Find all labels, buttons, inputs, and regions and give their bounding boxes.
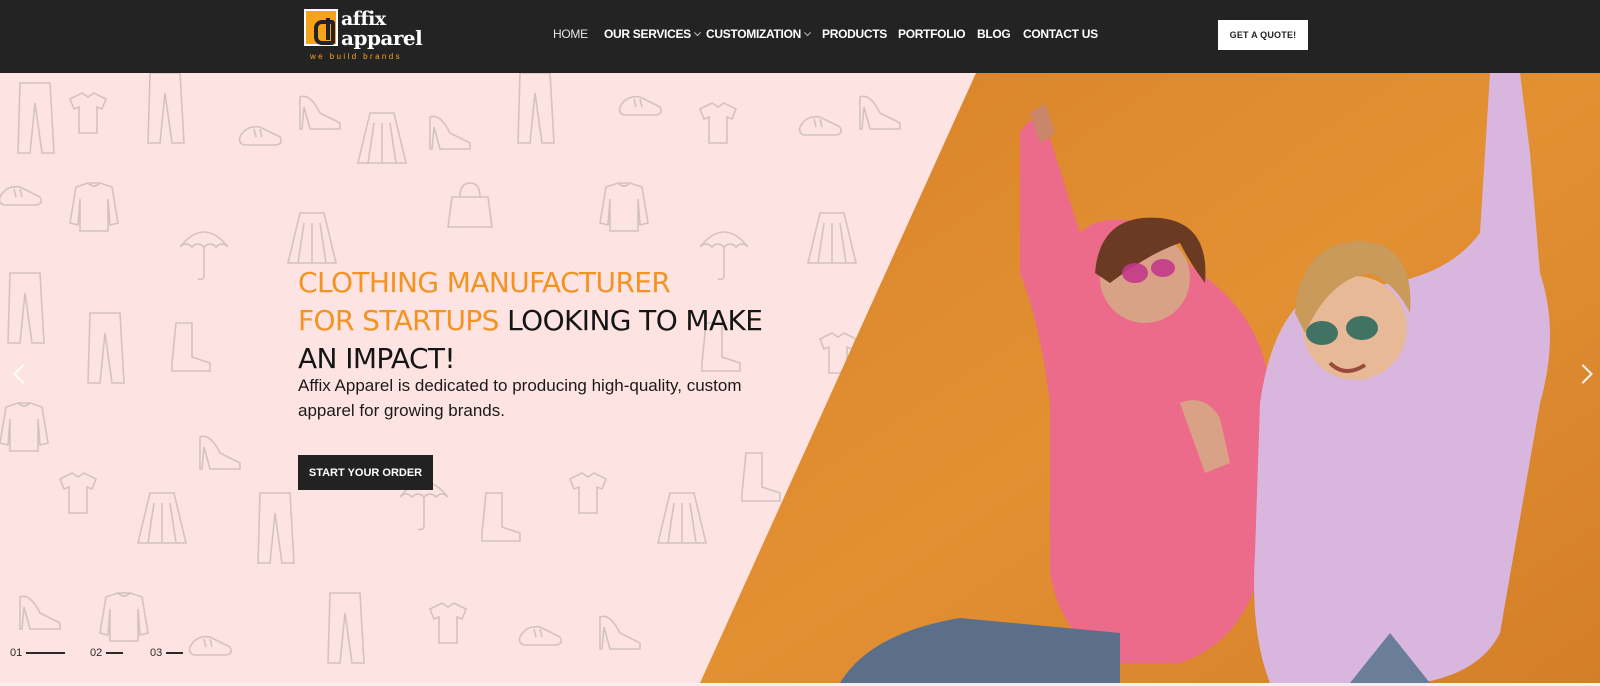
logo-word-apparel: apparel <box>341 26 423 50</box>
slide-2-number: 02 <box>90 647 103 659</box>
nav-customization-label: CUSTOMIZATION <box>706 27 801 41</box>
nav-blog[interactable]: BLOG <box>977 27 1011 41</box>
hero-headline: CLOTHING MANUFACTURER FOR STARTUPS LOOKI… <box>298 264 818 378</box>
headline-dark-line1: LOOKING TO MAKE <box>498 304 763 337</box>
slide-3-indicator[interactable]: 03 <box>150 647 184 659</box>
headline-orange-line2: FOR STARTUPS <box>298 304 499 337</box>
nav-our-services-label: OUR SERVICES <box>604 27 691 41</box>
nav-customization[interactable]: CUSTOMIZATION <box>706 27 812 41</box>
nav-portfolio[interactable]: PORTFOLIO <box>898 27 966 41</box>
slide-1-number: 01 <box>10 647 23 659</box>
logo-tagline: we build brands <box>310 52 403 61</box>
nav-products[interactable]: PRODUCTS <box>822 27 887 41</box>
brand-logo[interactable]: affix apparel we build brands <box>304 9 423 63</box>
slide-2-line <box>106 652 124 654</box>
slide-3-line <box>166 652 184 654</box>
slide-2-indicator[interactable]: 02 <box>90 647 124 659</box>
slide-1-indicator[interactable]: 01 <box>10 647 66 659</box>
nav-contact-us[interactable]: CONTACT US <box>1023 27 1098 41</box>
slide-3-number: 03 <box>150 647 163 659</box>
two-women-in-hoodies-photo <box>700 73 1600 683</box>
nav-our-services[interactable]: OUR SERVICES <box>604 27 701 41</box>
headline-dark-line2: AN IMPACT! <box>298 342 456 375</box>
headline-orange-line1: CLOTHING MANUFACTURER <box>298 266 671 299</box>
start-order-button[interactable]: START YOUR ORDER <box>298 455 433 490</box>
hero-subtext: Affix Apparel is dedicated to producing … <box>298 376 742 420</box>
get-quote-button[interactable]: GET A QUOTE! <box>1218 20 1308 50</box>
logo-a-icon <box>304 9 338 46</box>
chevron-down-icon <box>693 29 701 37</box>
slide-1-line <box>26 652 66 654</box>
site-header: affix apparel we build brands HOME OUR S… <box>0 0 1600 73</box>
hero-slider: CLOTHING MANUFACTURER FOR STARTUPS LOOKI… <box>0 73 1600 683</box>
chevron-down-icon <box>803 29 812 37</box>
nav-home[interactable]: HOME <box>553 27 588 41</box>
